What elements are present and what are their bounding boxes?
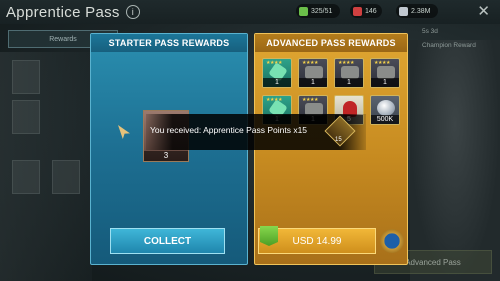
track-slot <box>12 160 40 194</box>
advanced-pass-title: ADVANCED PASS REWARDS <box>255 34 407 52</box>
reward-item[interactable]: ★★★★ 1 <box>298 58 328 88</box>
champion-reward-label: Champion Reward <box>422 42 476 49</box>
energy-counter: 325/51 <box>296 4 340 18</box>
reward-item[interactable]: ★★★★ 1 <box>334 58 364 88</box>
reward-item[interactable]: 500K <box>370 95 400 125</box>
silver-icon <box>399 6 408 16</box>
reward-item[interactable]: ★★★★ 1 <box>262 58 292 88</box>
track-slot <box>12 60 40 94</box>
reward-item[interactable]: ★★★★ 1 <box>370 58 400 88</box>
gem-counter: 146 <box>350 4 382 18</box>
starter-pass-title: STARTER PASS REWARDS <box>91 34 247 52</box>
close-icon[interactable]: ✕ <box>477 2 490 20</box>
page-title: Apprentice Pass <box>6 3 120 21</box>
info-icon[interactable]: i <box>125 5 140 19</box>
silver-counter: 2.38M <box>396 4 438 18</box>
item-count: 3 <box>144 151 188 161</box>
toast-badge-count: 15 <box>335 137 342 143</box>
track-slot <box>52 160 80 194</box>
track-slot <box>12 100 40 134</box>
toast-message: You received: Apprentice Pass Points x15 <box>150 125 308 135</box>
silver-coin-icon <box>377 100 395 116</box>
collect-button[interactable]: COLLECT <box>110 228 225 254</box>
gem-icon <box>353 6 362 16</box>
energy-icon <box>299 6 308 16</box>
faction-seal-icon[interactable] <box>380 229 404 253</box>
timer-label: 5s 3d <box>422 28 438 35</box>
pass-ticket-icon <box>260 226 278 246</box>
champion-preview <box>410 40 500 281</box>
